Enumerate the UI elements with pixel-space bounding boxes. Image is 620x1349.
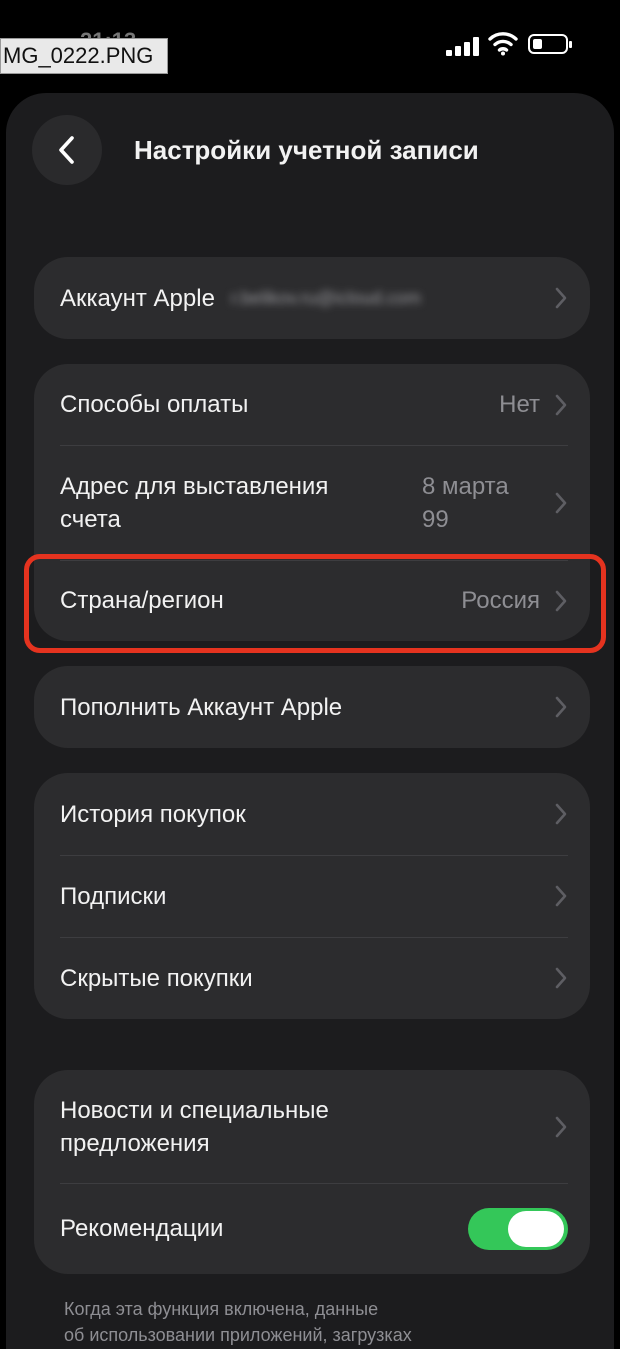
billing-address-row[interactable]: Адрес для выставления счета 8 марта 99 bbox=[34, 445, 590, 560]
status-bar: 21:13 MG_0222.PNG bbox=[0, 0, 620, 90]
hidden-purchases-row[interactable]: Скрытые покупки bbox=[34, 937, 590, 1019]
recommendations-row: Рекомендации bbox=[34, 1183, 590, 1274]
country-region-highlight bbox=[24, 554, 606, 653]
chevron-right-icon bbox=[555, 492, 567, 513]
page-title: Настройки учетной записи bbox=[134, 135, 479, 165]
wifi-icon bbox=[488, 32, 518, 56]
footnote-line2: об использовании приложений, загрузках bbox=[64, 1325, 412, 1345]
billing-address-value-line1: 8 марта bbox=[422, 472, 509, 500]
payment-methods-row[interactable]: Способы оплаты Нет bbox=[34, 364, 590, 445]
payment-methods-label: Способы оплаты bbox=[60, 391, 249, 418]
news-offers-label-line1: Новости и специальные bbox=[60, 1096, 329, 1124]
topup-account-row[interactable]: Пополнить Аккаунт Apple bbox=[34, 666, 590, 748]
chevron-right-icon bbox=[555, 885, 567, 907]
recommendations-toggle[interactable] bbox=[468, 1207, 568, 1250]
purchase-history-label: История покупок bbox=[60, 800, 246, 828]
battery-icon bbox=[528, 34, 572, 54]
chevron-right-icon bbox=[555, 287, 567, 309]
purchase-history-row[interactable]: История покупок bbox=[34, 773, 590, 855]
recommendations-footnote: Когда эта функция включена, данные об ис… bbox=[64, 1296, 504, 1348]
chevron-right-icon bbox=[555, 696, 567, 718]
news-group: Новости и специальные предложения Рекоме… bbox=[34, 1070, 590, 1274]
billing-address-label: Адрес для выставления счета bbox=[60, 470, 422, 536]
topup-account-label: Пополнить Аккаунт Apple bbox=[60, 693, 343, 721]
apple-account-row[interactable]: Аккаунт Apple r.belikov.ru@icloud.com bbox=[34, 257, 590, 339]
subscriptions-row[interactable]: Подписки bbox=[34, 855, 590, 937]
billing-address-value-line2: 99 bbox=[422, 505, 449, 533]
news-offers-label-line2: предложения bbox=[60, 1129, 210, 1157]
apple-account-email: r.belikov.ru@icloud.com bbox=[230, 287, 421, 308]
subscriptions-label: Подписки bbox=[60, 882, 167, 910]
topup-group: Пополнить Аккаунт Apple bbox=[34, 666, 590, 748]
billing-address-label-line2: счета bbox=[60, 505, 121, 533]
recommendations-label: Рекомендации bbox=[60, 1215, 224, 1242]
payment-methods-value: Нет bbox=[499, 391, 540, 418]
screen: 21:13 MG_0222.PNG Настройки учетной запи… bbox=[0, 0, 620, 1349]
account-settings-sheet: Настройки учетной записи Аккаунт Apple r… bbox=[6, 93, 614, 1349]
filename-tag: MG_0222.PNG bbox=[0, 38, 168, 74]
history-group: История покупок Подписки Скрытые покупки bbox=[34, 773, 590, 1019]
account-group: Аккаунт Apple r.belikov.ru@icloud.com bbox=[34, 257, 590, 339]
hidden-purchases-label: Скрытые покупки bbox=[60, 964, 253, 992]
chevron-left-icon bbox=[59, 136, 74, 164]
footnote-line1: Когда эта функция включена, данные bbox=[64, 1299, 379, 1319]
cellular-signal-icon bbox=[446, 36, 480, 56]
news-offers-row[interactable]: Новости и специальные предложения bbox=[34, 1070, 590, 1183]
battery-level bbox=[533, 39, 542, 49]
billing-address-value: 8 марта 99 bbox=[422, 470, 540, 536]
back-button[interactable] bbox=[32, 115, 102, 185]
apple-account-label: Аккаунт Apple bbox=[60, 284, 215, 312]
news-offers-label: Новости и специальные предложения bbox=[60, 1094, 554, 1160]
chevron-right-icon bbox=[555, 1116, 567, 1137]
chevron-right-icon bbox=[555, 967, 567, 989]
chevron-right-icon bbox=[555, 803, 567, 825]
toggle-knob bbox=[508, 1210, 564, 1247]
billing-address-label-line1: Адрес для выставления bbox=[60, 472, 329, 500]
chevron-right-icon bbox=[555, 394, 567, 415]
